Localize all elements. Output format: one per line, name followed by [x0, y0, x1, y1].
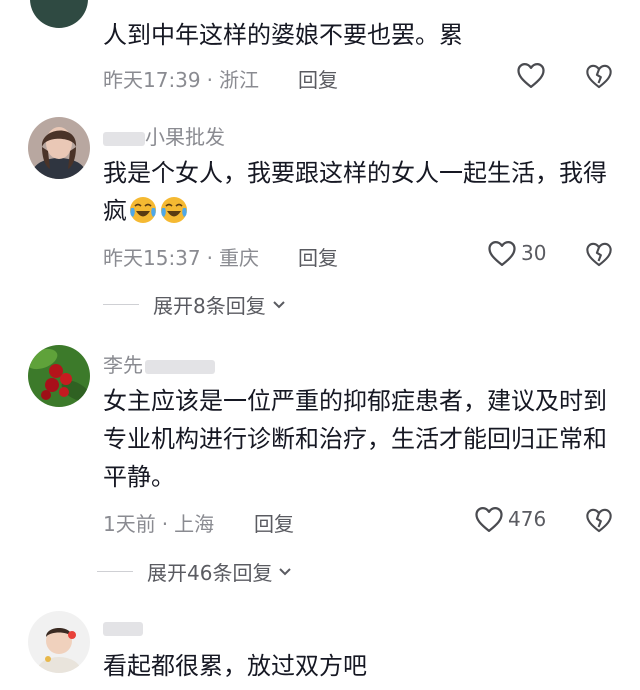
expand-replies-label: 展开46条回复 [147, 561, 273, 585]
comment-time: 1天前 [103, 512, 156, 536]
like-button[interactable] [516, 61, 546, 89]
comment-text: 看起都很累，放过双方吧 [103, 652, 367, 680]
heart-icon [475, 507, 503, 532]
broken-heart-icon[interactable] [585, 506, 613, 534]
chevron-down-icon [273, 300, 285, 308]
comment-time: 昨天17:39 [103, 68, 201, 92]
user-photo [28, 117, 90, 179]
like-count: 30 [521, 241, 547, 265]
avatar[interactable] [28, 117, 90, 179]
chevron-down-icon [279, 567, 292, 575]
heart-icon [488, 241, 516, 266]
redacted-name [103, 621, 143, 636]
comment-location: 重庆 [219, 246, 259, 270]
expand-replies-button[interactable]: 展开8条回复 [103, 290, 288, 319]
reply-button[interactable]: 回复 [254, 508, 294, 537]
avatar[interactable] [28, 611, 90, 673]
comment-time: 昨天15:37 [103, 246, 201, 270]
comment-meta: 1天前 · 上海 [103, 508, 214, 537]
comment-text: 人到中年这样的婆娘不要也罢。累 [103, 21, 463, 49]
username[interactable]: 李先 [103, 349, 215, 378]
username[interactable] [103, 615, 143, 639]
cherries-photo [28, 345, 90, 407]
separator: · [206, 68, 213, 92]
like-count: 476 [508, 507, 547, 531]
expand-replies-button[interactable]: 展开46条回复 [97, 557, 294, 586]
crying-laughing-emoji-icon [161, 197, 187, 223]
expand-replies-label: 展开8条回复 [153, 294, 266, 318]
broken-heart-icon[interactable] [585, 62, 613, 90]
crying-laughing-emoji-icon [130, 197, 156, 223]
avatar[interactable] [30, 0, 88, 28]
comment-location: 上海 [174, 512, 215, 536]
separator: · [206, 246, 213, 270]
comment-meta: 昨天15:37 · 重庆 [103, 242, 259, 271]
redacted-name [103, 131, 145, 146]
comment-location: 浙江 [219, 68, 259, 92]
comment-text: 女主应该是一位严重的抑郁症患者，建议及时到专业机构进行诊断和治疗，生活才能回归正… [103, 387, 607, 491]
reply-button[interactable]: 回复 [298, 242, 338, 271]
username-text: 小果批发 [145, 125, 225, 149]
redacted-name [145, 359, 215, 374]
username-text: 李先 [103, 353, 143, 377]
like-button[interactable]: 476 [474, 505, 546, 533]
comment-meta: 昨天17:39 · 浙江 [103, 64, 259, 93]
divider [103, 304, 139, 305]
separator: · [161, 512, 169, 536]
avatar[interactable] [28, 345, 90, 407]
reply-button[interactable]: 回复 [298, 64, 338, 93]
like-button[interactable]: 30 [487, 239, 546, 267]
broken-heart-icon[interactable] [585, 240, 613, 268]
username[interactable]: 小果批发 [103, 121, 225, 150]
child-photo [28, 611, 90, 673]
divider [97, 571, 133, 572]
heart-icon [517, 63, 545, 88]
comment-text: 我是个女人，我要跟这样的女人一起生活，我得疯 [103, 154, 623, 230]
